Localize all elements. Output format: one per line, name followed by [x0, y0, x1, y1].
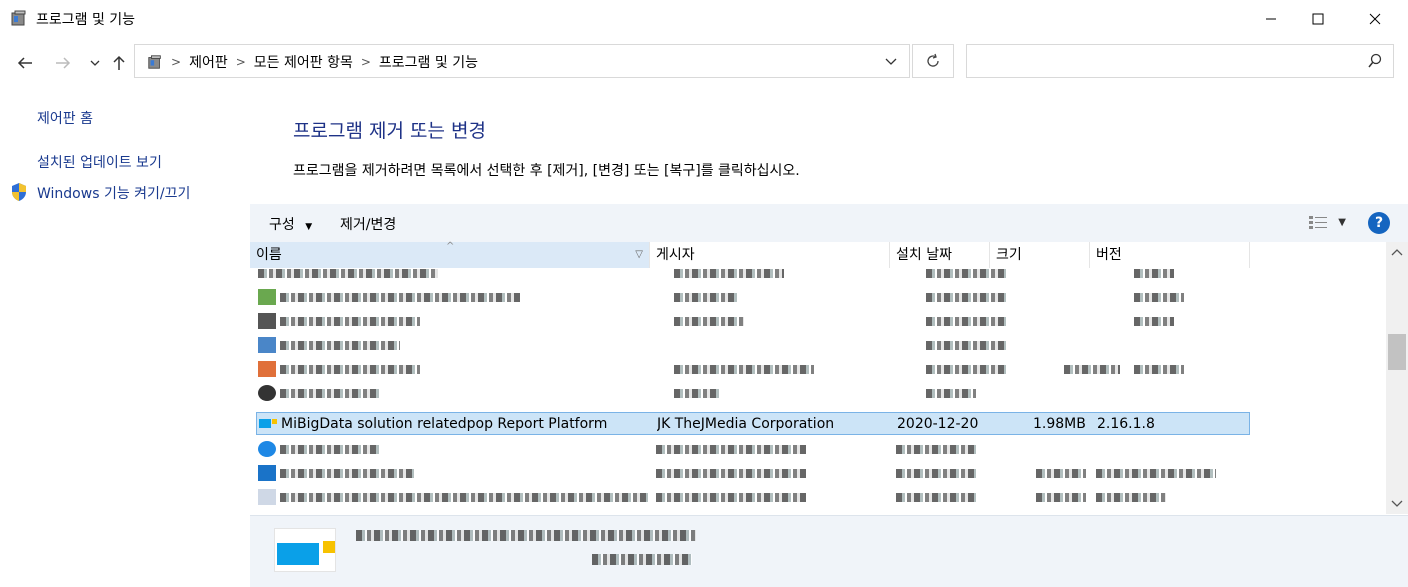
view-details-icon[interactable] — [1308, 215, 1328, 229]
help-button[interactable]: ? — [1368, 212, 1390, 234]
arrow-right-icon — [56, 57, 71, 69]
up-button[interactable] — [108, 52, 130, 74]
refresh-button[interactable] — [912, 44, 954, 78]
back-button[interactable] — [14, 52, 36, 74]
address-row: > 제어판 > 모든 제어판 항목 > 프로그램 및 기능 — [0, 38, 1408, 88]
control-panel-icon — [148, 55, 161, 69]
close-button[interactable] — [1352, 0, 1398, 38]
breadcrumb-all-items[interactable]: 모든 제어판 항목 — [254, 52, 353, 72]
page-title: 프로그램 제거 또는 변경 — [293, 120, 486, 142]
program-install-date: 2020-12-20 — [897, 416, 979, 432]
chevron-up-icon[interactable] — [1391, 248, 1403, 256]
title-bar: 프로그램 및 기능 — [0, 0, 1408, 38]
program-icon — [258, 441, 276, 457]
program-icon — [258, 313, 276, 329]
column-header-size[interactable]: 크기 — [990, 242, 1090, 268]
list-item[interactable] — [256, 286, 1250, 309]
sidebar-item-control-panel-home[interactable]: 제어판 홈 — [37, 108, 93, 128]
program-icon — [258, 465, 276, 481]
list-item[interactable] — [256, 268, 1250, 285]
chevron-right-icon[interactable]: > — [361, 55, 371, 69]
forward-button[interactable] — [52, 52, 74, 74]
sidebar-item-windows-features[interactable]: Windows 기능 켜기/끄기 — [37, 183, 190, 203]
list-item[interactable] — [256, 310, 1250, 333]
breadcrumb-programs[interactable]: 프로그램 및 기능 — [379, 52, 478, 72]
selected-program-icon — [274, 528, 336, 572]
chevron-right-icon: > — [171, 55, 182, 69]
column-header-name[interactable]: 이름 ^ ▽ — [250, 241, 650, 268]
program-name: MiBigData solution relatedpop Report Pla… — [281, 416, 608, 432]
scrollbar-thumb[interactable] — [1388, 334, 1406, 370]
program-size: 1.98MB — [1033, 416, 1086, 432]
view-options-dropdown[interactable]: ▼ — [1338, 217, 1346, 228]
chevron-down-icon — [90, 60, 100, 66]
breadcrumb-control-panel[interactable]: 제어판 — [189, 52, 228, 72]
window-title: 프로그램 및 기능 — [36, 12, 136, 28]
list-item[interactable] — [256, 382, 1250, 405]
arrow-left-icon — [17, 57, 32, 69]
main-content: 프로그램 제거 또는 변경 프로그램을 제거하려면 목록에서 선택한 후 [제거… — [250, 88, 1408, 587]
sidebar: 제어판 홈 설치된 업데이트 보기 Windows 기능 켜기/끄기 — [0, 88, 250, 587]
chevron-right-icon[interactable]: > — [236, 55, 246, 69]
column-header-publisher[interactable]: 게시자 — [650, 242, 890, 268]
program-icon — [258, 337, 276, 353]
list-item[interactable] — [256, 462, 1250, 485]
program-icon — [258, 289, 276, 305]
program-icon — [259, 419, 277, 428]
page-description: 프로그램을 제거하려면 목록에서 선택한 후 [제거], [변경] 또는 [복구… — [293, 163, 800, 179]
command-bar: 구성 ▼ 제거/변경 ▼ ? — [250, 204, 1408, 242]
close-icon — [1369, 13, 1381, 25]
program-publisher: JK TheJMedia Corporation — [657, 416, 835, 432]
program-version: 2.16.1.8 — [1097, 416, 1155, 432]
search-icon[interactable] — [1367, 53, 1383, 69]
address-bar[interactable]: > 제어판 > 모든 제어판 항목 > 프로그램 및 기능 — [134, 44, 910, 78]
organize-label: 구성 — [269, 217, 295, 233]
chevron-down-icon[interactable] — [1391, 500, 1403, 508]
minimize-icon — [1266, 18, 1276, 20]
list-item[interactable] — [256, 438, 1250, 461]
recent-locations-button[interactable] — [84, 52, 106, 74]
program-list[interactable]: MiBigData solution relatedpop Report Pla… — [250, 268, 1250, 513]
column-headers: 이름 ^ ▽ 게시자 설치 날짜 크기 버전 — [250, 241, 1250, 268]
list-item-selected[interactable]: MiBigData solution relatedpop Report Pla… — [256, 412, 1250, 435]
control-panel-icon — [11, 10, 26, 26]
shield-icon — [12, 183, 26, 201]
maximize-icon — [1312, 13, 1324, 25]
column-header-version[interactable]: 버전 — [1090, 242, 1250, 268]
sidebar-item-installed-updates[interactable]: 설치된 업데이트 보기 — [37, 152, 162, 172]
list-item[interactable] — [256, 358, 1250, 381]
chevron-down-icon: ▼ — [305, 222, 313, 232]
program-icon — [258, 385, 276, 401]
breadcrumb: > 제어판 > 모든 제어판 항목 > 프로그램 및 기능 — [147, 52, 478, 72]
minimize-button[interactable] — [1248, 0, 1294, 38]
vertical-scrollbar[interactable] — [1386, 242, 1408, 514]
uninstall-change-button[interactable]: 제거/변경 — [340, 214, 396, 234]
organize-button[interactable]: 구성 ▼ — [269, 214, 312, 234]
chevron-down-icon[interactable] — [885, 58, 897, 66]
list-item[interactable] — [256, 334, 1250, 357]
arrow-up-icon — [113, 55, 125, 70]
chevron-down-icon[interactable]: ▽ — [635, 242, 643, 268]
details-pane — [250, 515, 1408, 587]
maximize-button[interactable] — [1295, 0, 1341, 38]
column-header-installed-on[interactable]: 설치 날짜 — [890, 242, 990, 268]
sort-ascending-icon: ^ — [446, 241, 455, 252]
program-icon — [258, 361, 276, 377]
search-input[interactable] — [975, 45, 1355, 77]
refresh-icon — [927, 53, 939, 67]
help-icon: ? — [1374, 215, 1384, 231]
list-item[interactable] — [256, 486, 1250, 509]
search-box[interactable] — [966, 44, 1394, 78]
program-icon — [258, 489, 276, 505]
